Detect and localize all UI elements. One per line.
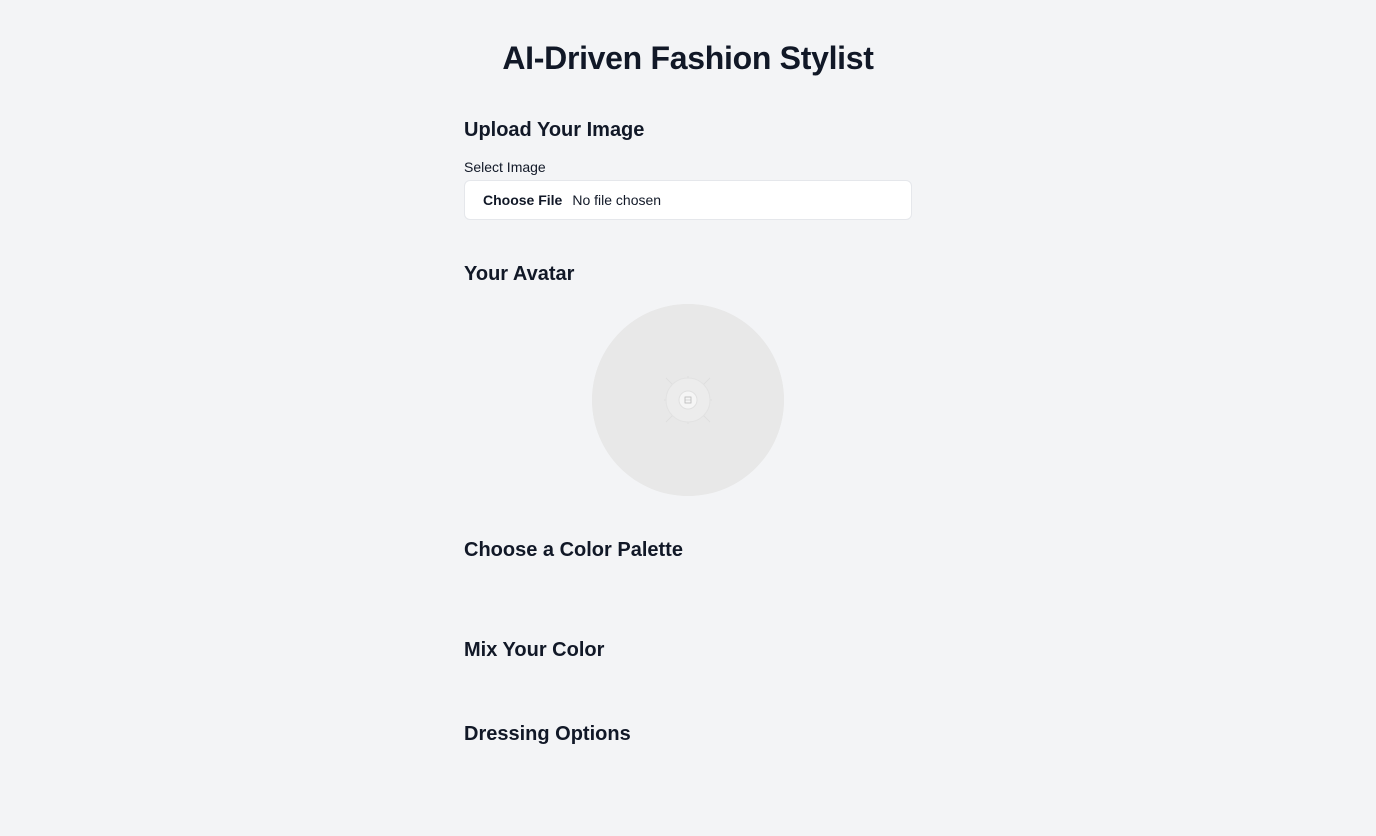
file-status-text: No file chosen [572, 192, 662, 208]
mixer-heading: Mix Your Color [464, 639, 605, 661]
choose-file-button[interactable]: Choose File [483, 192, 562, 208]
select-image-label: Select Image [464, 159, 546, 175]
dressing-heading: Dressing Options [464, 723, 631, 745]
avatar [592, 304, 784, 496]
page-title: AI-Driven Fashion Stylist [502, 40, 874, 76]
image-file-input[interactable]: Choose File No file chosen [464, 180, 912, 220]
avatar-heading: Your Avatar [464, 263, 575, 285]
broken-image-icon [592, 304, 784, 496]
upload-heading: Upload Your Image [464, 119, 645, 141]
palette-heading: Choose a Color Palette [464, 539, 683, 561]
